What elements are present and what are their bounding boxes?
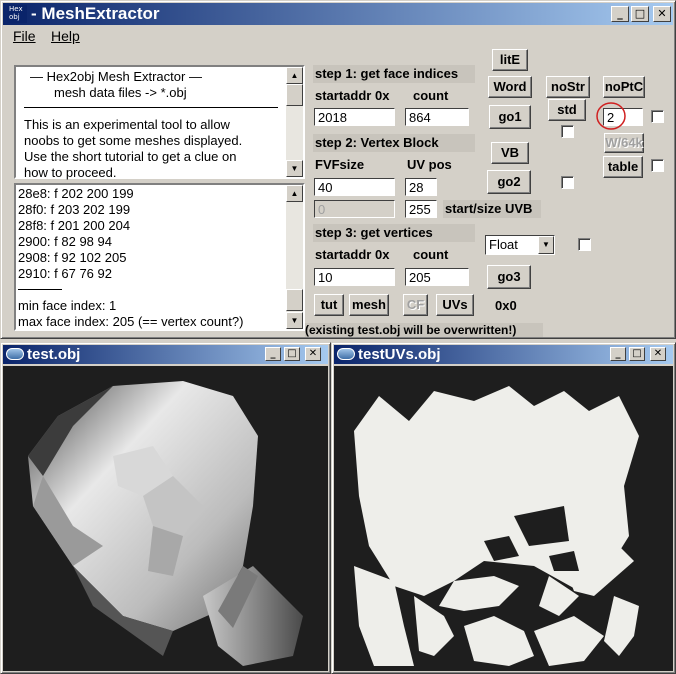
noptc-button[interactable]: noPtC bbox=[603, 76, 645, 98]
list-item: 28f8: f 201 200 204 bbox=[18, 218, 131, 233]
step3-startaddr-field[interactable] bbox=[314, 268, 395, 286]
test-uvs-title: testUVs.obj bbox=[358, 346, 441, 363]
main-window: Hex obj - MeshExtractor _ □ ✕ File Help … bbox=[0, 0, 676, 339]
list-item: 2908: f 92 102 205 bbox=[18, 250, 127, 265]
close-button[interactable]: ✕ bbox=[653, 6, 671, 22]
std-button[interactable]: std bbox=[548, 99, 586, 121]
nostr-button[interactable]: noStr bbox=[546, 76, 590, 98]
step2-label: step 2: Vertex Block bbox=[313, 134, 475, 152]
window-icon bbox=[6, 348, 24, 360]
scroll-up-icon[interactable]: ▲ bbox=[286, 185, 303, 202]
cf-button: CF bbox=[403, 294, 428, 316]
param-checkbox[interactable] bbox=[651, 110, 664, 123]
list-item: 28f0: f 203 202 199 bbox=[18, 202, 131, 217]
step1-startaddr-label: startaddr 0x bbox=[315, 88, 390, 103]
face-list: 28e8: f 202 200 199 28f0: f 203 202 199 … bbox=[18, 186, 286, 330]
format-select-value: Float bbox=[489, 237, 518, 252]
mesh-button[interactable]: mesh bbox=[349, 294, 389, 316]
scroll-down-icon[interactable]: ▼ bbox=[286, 160, 303, 177]
step1-label: step 1: get face indices bbox=[313, 65, 475, 83]
mesh-viewport[interactable] bbox=[3, 366, 328, 671]
table-button[interactable]: table bbox=[603, 156, 643, 178]
info-body-line: This is an experimental tool to allow bbox=[24, 117, 230, 132]
close-button[interactable]: ✕ bbox=[305, 347, 321, 361]
minimize-button[interactable]: _ bbox=[265, 347, 281, 361]
info-scrollbar[interactable]: ▲ ▼ bbox=[286, 67, 303, 177]
head-mesh-render bbox=[28, 381, 303, 666]
step1-count-label: count bbox=[413, 88, 449, 103]
annotation-circle bbox=[596, 102, 626, 130]
w64k-button: W/64k bbox=[604, 133, 644, 153]
step3-startaddr-label: startaddr 0x bbox=[315, 247, 390, 262]
info-body-line: Use the short tutorial to get a clue on bbox=[24, 149, 237, 164]
test-obj-window: test.obj _ □ ✕ bbox=[0, 342, 331, 674]
step1-count-field[interactable] bbox=[405, 108, 469, 126]
fvfsize-label: FVFsize bbox=[315, 157, 365, 172]
close-button[interactable]: ✕ bbox=[650, 347, 666, 361]
window-icon bbox=[337, 348, 355, 360]
status-label: (existing test.obj will be overwritten!) bbox=[305, 323, 543, 337]
lite-button[interactable]: litE bbox=[492, 49, 528, 71]
info-heading: — Hex2obj Mesh Extractor — bbox=[30, 69, 202, 84]
uvpos-field[interactable] bbox=[405, 178, 437, 196]
menu-file[interactable]: File bbox=[13, 28, 36, 44]
uv-layout-render bbox=[354, 386, 639, 666]
step3-label: step 3: get vertices bbox=[313, 224, 475, 242]
uvpos-label: UV pos bbox=[407, 157, 452, 172]
step3-count-label: count bbox=[413, 247, 449, 262]
go3-button[interactable]: go3 bbox=[487, 265, 531, 289]
list-divider bbox=[18, 289, 62, 290]
window-title: - MeshExtractor bbox=[31, 4, 160, 23]
scroll-up-icon[interactable]: ▲ bbox=[286, 67, 303, 84]
vb-button[interactable]: VB bbox=[491, 142, 529, 164]
list-item: 2900: f 82 98 94 bbox=[18, 234, 112, 249]
uv-viewport[interactable] bbox=[334, 366, 673, 671]
test-uvs-titlebar[interactable]: testUVs.obj _ □ ✕ bbox=[334, 345, 673, 364]
maximize-button[interactable]: □ bbox=[629, 347, 645, 361]
chevron-down-icon[interactable]: ▼ bbox=[538, 236, 554, 254]
go2-checkbox[interactable] bbox=[561, 176, 574, 189]
maximize-button[interactable]: □ bbox=[631, 6, 649, 22]
info-subheading: mesh data files -> *.obj bbox=[54, 85, 187, 100]
minimize-button[interactable]: _ bbox=[611, 6, 629, 22]
std-checkbox[interactable] bbox=[561, 125, 574, 138]
scroll-thumb[interactable] bbox=[286, 289, 303, 311]
uvb-size-field[interactable] bbox=[405, 200, 437, 218]
app-icon: Hex obj bbox=[7, 5, 27, 23]
uvb-start-field bbox=[314, 200, 395, 218]
step1-startaddr-field[interactable] bbox=[314, 108, 395, 126]
maximize-button[interactable]: □ bbox=[284, 347, 300, 361]
go2-button[interactable]: go2 bbox=[487, 170, 531, 194]
test-obj-titlebar[interactable]: test.obj _ □ ✕ bbox=[3, 345, 328, 364]
format-select[interactable]: Float ▼ bbox=[485, 235, 555, 255]
word-button[interactable]: Word bbox=[488, 76, 532, 98]
info-body-line: how to proceed. bbox=[24, 165, 117, 180]
uvb-label: start/size UVB bbox=[443, 200, 541, 218]
list-item: 28e8: f 202 200 199 bbox=[18, 186, 134, 201]
main-titlebar[interactable]: Hex obj - MeshExtractor _ □ ✕ bbox=[3, 3, 673, 25]
float-checkbox[interactable] bbox=[578, 238, 591, 251]
uvs-button[interactable]: UVs bbox=[436, 294, 474, 316]
face-list-scrollbar[interactable]: ▲ ▼ bbox=[286, 185, 303, 329]
minimize-button[interactable]: _ bbox=[610, 347, 626, 361]
list-summary: max face index: 205 (== vertex count?) bbox=[18, 314, 244, 329]
face-list-panel[interactable]: 28e8: f 202 200 199 28f0: f 203 202 199 … bbox=[14, 183, 305, 331]
go1-button[interactable]: go1 bbox=[489, 105, 531, 129]
info-body-line: noobs to get some meshes displayed. bbox=[24, 133, 243, 148]
test-obj-title: test.obj bbox=[27, 346, 81, 363]
table-checkbox[interactable] bbox=[651, 159, 664, 172]
info-text: — Hex2obj Mesh Extractor — mesh data fil… bbox=[24, 69, 284, 181]
list-item: 2910: f 67 76 92 bbox=[18, 266, 112, 281]
tut-button[interactable]: tut bbox=[314, 294, 344, 316]
test-uvs-window: testUVs.obj _ □ ✕ bbox=[331, 342, 676, 674]
list-summary: min face index: 1 bbox=[18, 298, 117, 313]
fvfsize-field[interactable] bbox=[314, 178, 395, 196]
scroll-thumb[interactable] bbox=[286, 84, 303, 106]
menu-help[interactable]: Help bbox=[51, 28, 80, 44]
scroll-down-icon[interactable]: ▼ bbox=[286, 312, 303, 329]
info-divider bbox=[24, 107, 278, 108]
step3-count-field[interactable] bbox=[405, 268, 469, 286]
zero-x-zero-label: 0x0 bbox=[495, 298, 517, 313]
info-panel[interactable]: — Hex2obj Mesh Extractor — mesh data fil… bbox=[14, 65, 305, 181]
